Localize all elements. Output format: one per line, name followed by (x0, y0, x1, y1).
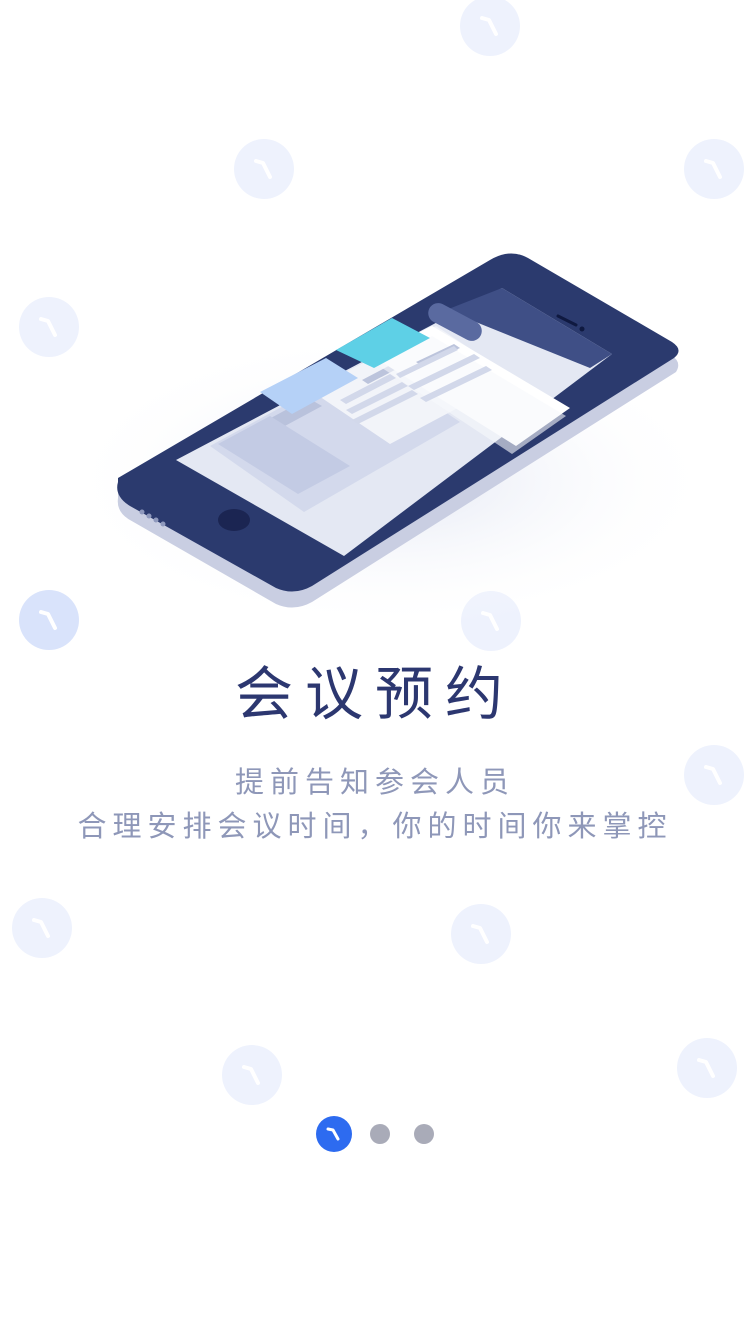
page-dot[interactable] (414, 1124, 434, 1144)
subtitle-line-1: 提前告知参会人员 (234, 765, 515, 799)
phone-illustration (60, 230, 710, 630)
page-title: 会议预约 (234, 660, 515, 728)
clock-icon (677, 1038, 737, 1098)
clock-icon (451, 904, 511, 964)
page-dot-active[interactable] (316, 1116, 352, 1152)
clock-icon (234, 139, 294, 199)
page-dot[interactable] (370, 1124, 390, 1144)
clock-icon (326, 1127, 340, 1141)
clock-icon (12, 898, 72, 958)
clock-icon (460, 0, 520, 56)
clock-icon (222, 1045, 282, 1105)
page-indicator (0, 1116, 750, 1152)
clock-icon (684, 139, 744, 199)
subtitle-line-2: 合理安排会议时间，你的时间你来掌控 (77, 809, 673, 843)
onboarding-screen[interactable]: 会议预约 提前告知参会人员 合理安排会议时间，你的时间你来掌控 (0, 0, 750, 1334)
